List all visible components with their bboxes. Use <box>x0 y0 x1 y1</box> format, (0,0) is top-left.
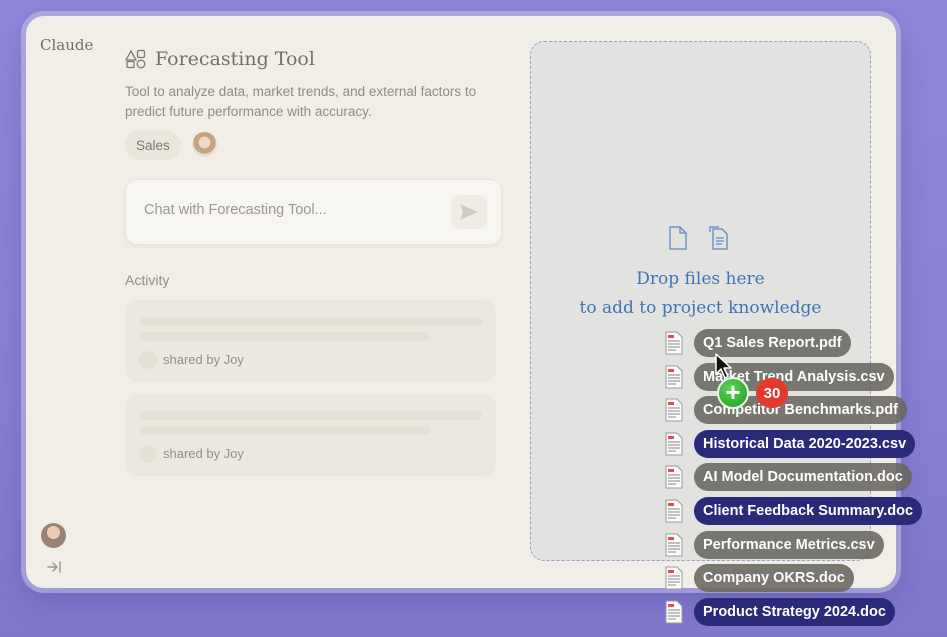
document-icon <box>665 432 683 456</box>
mouse-pointer-icon <box>715 353 732 379</box>
file-name-pill: Historical Data 2020-2023.csv <box>694 429 916 458</box>
dragged-file: Client Feedback Summary.doc <box>664 497 923 525</box>
document-icon <box>665 499 683 523</box>
file-name-pill: Performance Metrics.csv <box>694 530 884 559</box>
drag-count-badge: 30 <box>756 378 788 408</box>
file-name-pill: AI Model Documentation.doc <box>694 463 912 492</box>
dragged-file: AI Model Documentation.doc <box>664 463 912 492</box>
document-icon <box>665 398 683 422</box>
dragged-file: Performance Metrics.csv <box>664 530 884 559</box>
document-icon <box>665 331 683 355</box>
document-icon <box>669 226 687 250</box>
dropzone-icons <box>667 225 731 251</box>
dragged-file: Historical Data 2020-2023.csv <box>664 429 916 458</box>
document-icon <box>665 566 683 590</box>
dragged-file: Company OKRS.doc <box>664 564 854 593</box>
dropzone-subtitle: to add to project knowledge <box>579 298 822 318</box>
dragged-file: Q1 Sales Report.pdf <box>664 329 851 357</box>
documents-icon <box>709 226 728 250</box>
document-icon <box>665 365 683 389</box>
document-icon <box>665 465 683 489</box>
file-name-pill: Product Strategy 2024.doc <box>694 597 895 626</box>
dragged-file: Product Strategy 2024.doc <box>664 597 895 626</box>
file-name-pill: Company OKRS.doc <box>694 564 854 593</box>
file-name-pill: Client Feedback Summary.doc <box>694 497 923 525</box>
document-icon <box>665 533 683 557</box>
plus-icon: + <box>717 377 749 409</box>
document-icon <box>665 600 683 624</box>
dropzone-title: Drop files here <box>636 269 765 289</box>
